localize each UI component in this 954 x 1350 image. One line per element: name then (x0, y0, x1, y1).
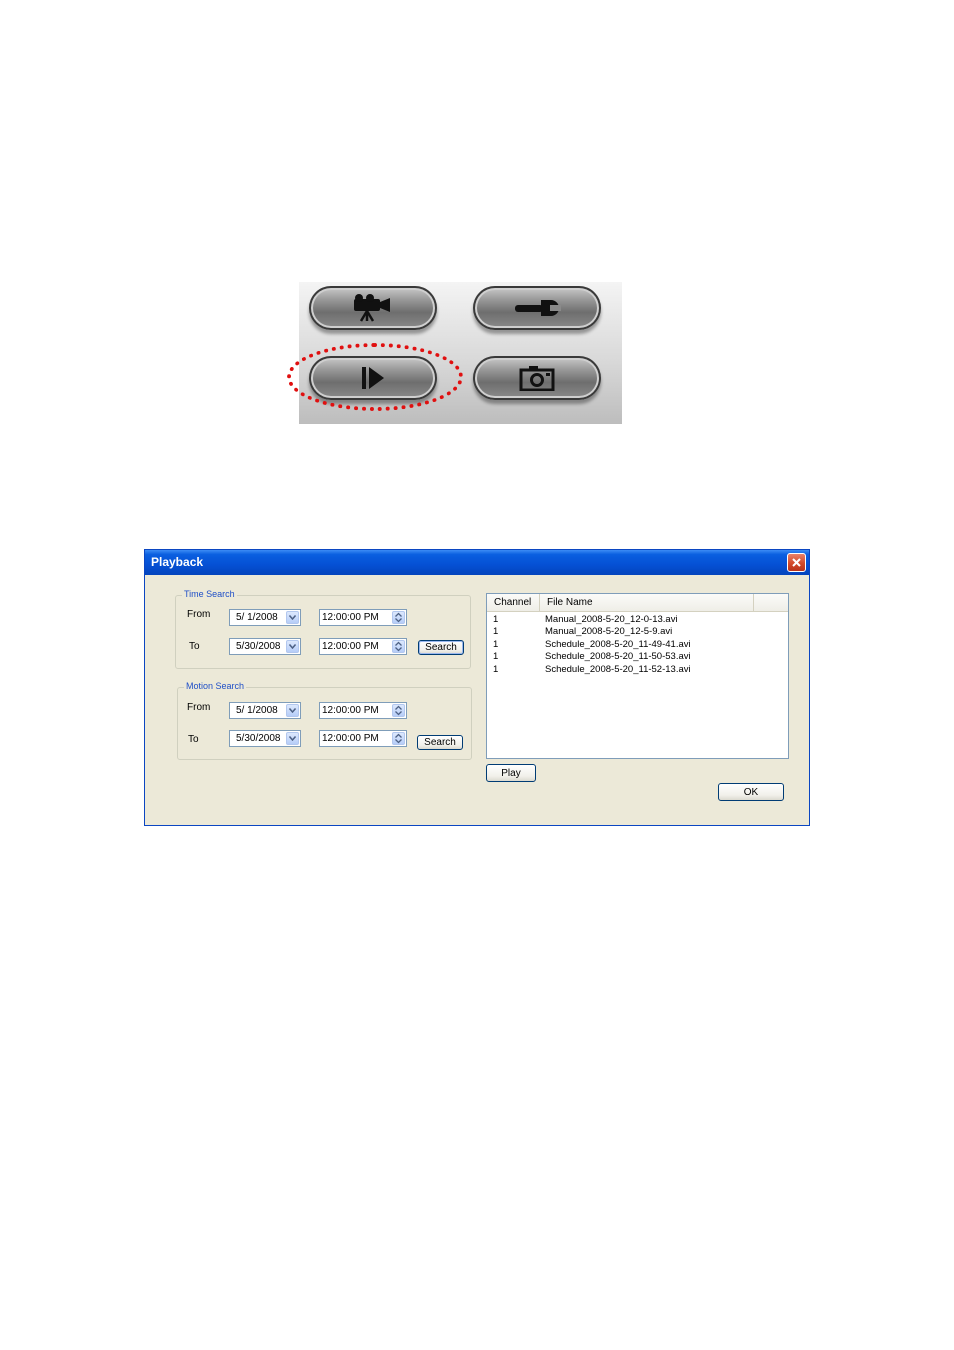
channel-cell: 1 (493, 626, 499, 637)
channel-cell: 1 (493, 639, 499, 650)
list-item[interactable]: 1 Manual_2008-5-20_12-0-13.avi (487, 614, 788, 626)
motion-search-group: Motion Search From 5/ 1/2008 12:00:00 PM… (177, 681, 472, 760)
wrench-icon (515, 300, 561, 316)
channel-cell: 1 (493, 614, 499, 625)
motion-search-button[interactable]: Search (417, 735, 463, 750)
file-name-cell: Manual_2008-5-20_12-5-9.avi (545, 626, 673, 637)
time-from-label: From (187, 609, 211, 620)
snapshot-button[interactable] (473, 356, 601, 400)
file-name-cell: Schedule_2008-5-20_11-49-41.avi (545, 639, 691, 650)
file-list[interactable]: Channel File Name 1 Manual_2008-5-20_12-… (486, 593, 789, 759)
list-item[interactable]: 1 Schedule_2008-5-20_11-50-53.avi (487, 651, 788, 663)
time-to-time-field[interactable]: 12:00:00 PM (319, 638, 407, 655)
chevron-down-icon[interactable] (286, 732, 299, 745)
play-button[interactable]: Play (486, 764, 536, 782)
channel-cell: 1 (493, 664, 499, 675)
title-bar[interactable]: Playback (145, 550, 809, 575)
channel-cell: 1 (493, 651, 499, 662)
chevron-down-icon[interactable] (286, 640, 299, 653)
column-header-file-name[interactable]: File Name (540, 594, 754, 611)
control-button-panel (299, 282, 622, 424)
motion-to-label: To (188, 734, 199, 745)
time-search-button[interactable]: Search (418, 640, 464, 655)
spin-arrows-icon[interactable] (392, 704, 405, 717)
time-from-time-field[interactable]: 12:00:00 PM (319, 609, 407, 626)
motion-to-time-field[interactable]: 12:00:00 PM (319, 730, 407, 747)
time-from-time-value: 12:00:00 PM (322, 612, 379, 623)
close-icon (792, 558, 801, 567)
camera-button[interactable] (309, 286, 437, 330)
playback-button[interactable] (309, 356, 437, 400)
file-name-cell: Manual_2008-5-20_12-0-13.avi (545, 614, 678, 625)
time-to-date-select[interactable]: 5/30/2008 (229, 638, 301, 655)
time-from-date-value: 5/ 1/2008 (236, 612, 278, 623)
camera-snapshot-icon (519, 366, 555, 391)
time-search-legend: Time Search (182, 589, 237, 599)
file-list-header: Channel File Name (487, 594, 788, 612)
list-item[interactable]: 1 Manual_2008-5-20_12-5-9.avi (487, 626, 788, 638)
spin-arrows-icon[interactable] (392, 611, 405, 624)
video-camera-icon (354, 294, 390, 322)
motion-from-date-value: 5/ 1/2008 (236, 705, 278, 716)
chevron-down-icon[interactable] (286, 704, 299, 717)
list-item[interactable]: 1 Schedule_2008-5-20_11-52-13.avi (487, 664, 788, 676)
dialog-title: Playback (151, 555, 204, 569)
spin-arrows-icon[interactable] (392, 732, 405, 745)
motion-from-date-select[interactable]: 5/ 1/2008 (229, 702, 301, 719)
motion-from-time-value: 12:00:00 PM (322, 705, 379, 716)
time-to-label: To (189, 641, 200, 652)
time-search-group: Time Search From 5/ 1/2008 12:00:00 PM T… (175, 589, 471, 669)
spin-arrows-icon[interactable] (392, 640, 405, 653)
file-name-cell: Schedule_2008-5-20_11-52-13.avi (545, 664, 691, 675)
playback-dialog: Playback Time Search From 5/ 1/2008 12:0… (144, 549, 810, 826)
motion-to-date-value: 5/30/2008 (236, 733, 281, 744)
time-to-time-value: 12:00:00 PM (322, 641, 379, 652)
column-header-channel[interactable]: Channel (487, 594, 540, 611)
motion-to-date-select[interactable]: 5/30/2008 (229, 730, 301, 747)
dialog-client-area: Time Search From 5/ 1/2008 12:00:00 PM T… (148, 575, 806, 822)
motion-search-legend: Motion Search (184, 681, 247, 691)
time-from-date-select[interactable]: 5/ 1/2008 (229, 609, 301, 626)
chevron-down-icon[interactable] (286, 611, 299, 624)
play-icon (362, 367, 384, 389)
ok-button[interactable]: OK (718, 783, 784, 801)
motion-to-time-value: 12:00:00 PM (322, 733, 379, 744)
time-to-date-value: 5/30/2008 (236, 641, 281, 652)
file-name-cell: Schedule_2008-5-20_11-50-53.avi (545, 651, 691, 662)
list-item[interactable]: 1 Schedule_2008-5-20_11-49-41.avi (487, 639, 788, 651)
settings-button[interactable] (473, 286, 601, 330)
motion-from-time-field[interactable]: 12:00:00 PM (319, 702, 407, 719)
close-button[interactable] (787, 553, 806, 572)
motion-from-label: From (187, 702, 211, 713)
